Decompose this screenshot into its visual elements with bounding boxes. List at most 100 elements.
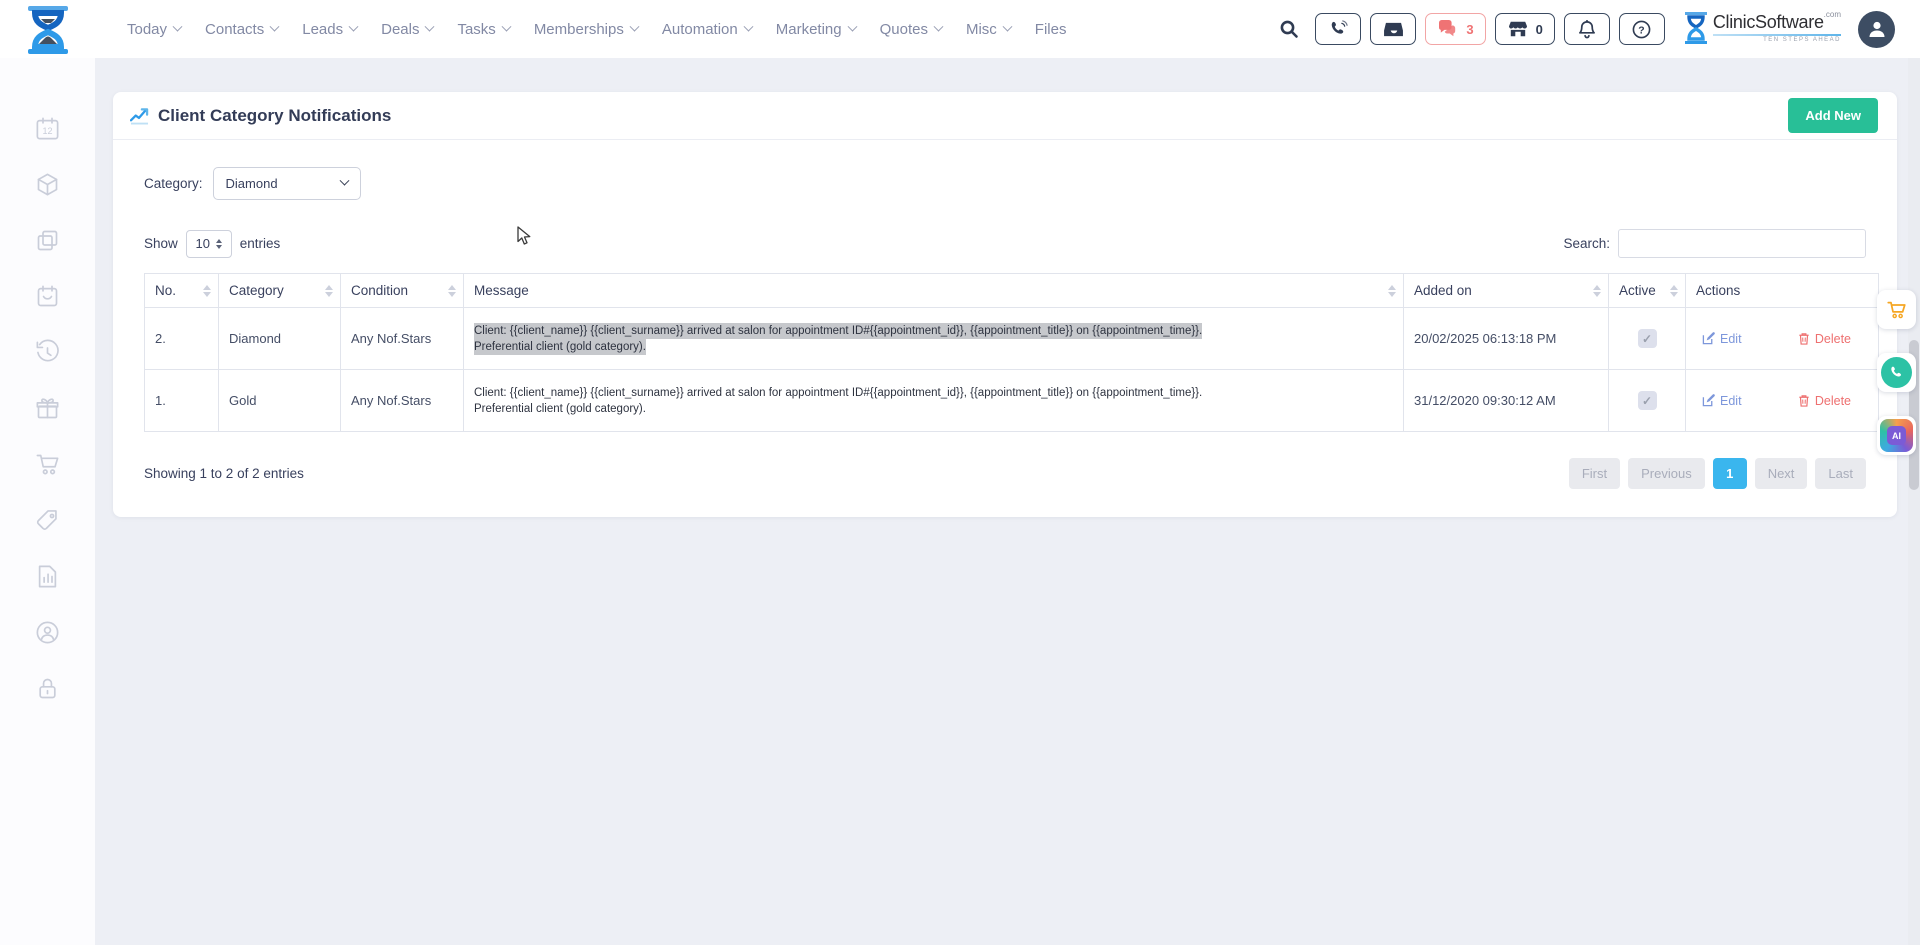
column-label: Active — [1619, 283, 1656, 298]
menu-item-quotes[interactable]: Quotes — [880, 21, 942, 38]
column-header-category[interactable]: Category — [219, 274, 341, 308]
calendar-12-icon[interactable]: 12 — [20, 100, 76, 156]
chevron-down-icon — [1002, 21, 1012, 31]
brand-hourglass-icon — [1684, 12, 1708, 46]
add-new-button[interactable]: Add New — [1788, 98, 1878, 133]
menu-item-marketing[interactable]: Marketing — [776, 21, 856, 38]
edit-link[interactable]: Edit — [1702, 394, 1742, 408]
inbox-icon — [1383, 21, 1404, 38]
menu-item-contacts[interactable]: Contacts — [205, 21, 278, 38]
column-label: Category — [229, 283, 284, 298]
table-footer: Showing 1 to 2 of 2 entries First Previo… — [144, 458, 1866, 489]
pagination-first-button[interactable]: First — [1569, 458, 1620, 489]
delete-label: Delete — [1815, 394, 1851, 408]
lock-icon[interactable] — [20, 660, 76, 716]
notifications-table: No. Category Condition Message Added on … — [144, 273, 1879, 432]
menu-label: Memberships — [534, 21, 624, 38]
chevron-down-icon — [173, 21, 183, 31]
gift-icon[interactable] — [20, 380, 76, 436]
phone-button[interactable] — [1315, 13, 1361, 45]
notifications-button[interactable] — [1564, 13, 1610, 45]
calendar-smile-icon[interactable] — [20, 268, 76, 324]
store-button[interactable]: 0 — [1495, 13, 1555, 45]
column-header-active[interactable]: Active — [1609, 274, 1686, 308]
menu-label: Deals — [381, 21, 419, 38]
pagination-last-button[interactable]: Last — [1815, 458, 1866, 489]
store-count-badge: 0 — [1536, 22, 1543, 37]
help-button[interactable]: ? — [1619, 13, 1665, 45]
top-navbar: Today Contacts Leads Deals Tasks Members… — [0, 0, 1920, 58]
menu-item-today[interactable]: Today — [127, 21, 181, 38]
menu-item-tasks[interactable]: Tasks — [457, 21, 509, 38]
search-input[interactable] — [1618, 229, 1866, 258]
search-icon[interactable] — [1278, 18, 1300, 40]
trash-icon — [1798, 332, 1810, 345]
edit-label: Edit — [1720, 394, 1742, 408]
user-status-icon[interactable] — [20, 604, 76, 660]
cell-category: Gold — [219, 370, 341, 432]
menu-item-misc[interactable]: Misc — [966, 21, 1011, 38]
app-logo-hourglass-icon[interactable] — [25, 5, 71, 55]
pagination: First Previous 1 Next Last — [1569, 458, 1866, 489]
menu-item-files[interactable]: Files — [1035, 21, 1067, 38]
chevron-down-icon — [425, 21, 435, 31]
quick-cart-button[interactable] — [1877, 290, 1916, 329]
bell-icon — [1578, 20, 1596, 39]
clinicsoftware-brand-logo[interactable]: ClinicSoftware .com TEN STEPS AHEAD — [1684, 12, 1841, 46]
column-header-actions: Actions — [1686, 274, 1879, 308]
price-tag-icon[interactable] — [20, 492, 76, 548]
storefront-icon — [1507, 20, 1529, 38]
pagination-previous-button[interactable]: Previous — [1628, 458, 1705, 489]
menu-label: Leads — [302, 21, 343, 38]
column-label: Condition — [351, 283, 408, 298]
active-checkbox-checked[interactable]: ✓ — [1638, 391, 1657, 410]
chat-notifications-button[interactable]: 3 — [1425, 13, 1485, 45]
entries-label: entries — [240, 236, 281, 251]
edit-link[interactable]: Edit — [1702, 332, 1742, 346]
column-header-condition[interactable]: Condition — [341, 274, 464, 308]
column-header-added-on[interactable]: Added on — [1404, 274, 1609, 308]
quick-ai-button[interactable]: AI — [1877, 416, 1916, 455]
menu-item-automation[interactable]: Automation — [662, 21, 752, 38]
svg-text:?: ? — [1639, 25, 1645, 36]
brand-name: ClinicSoftware — [1713, 12, 1824, 33]
copy-pages-icon[interactable] — [20, 212, 76, 268]
menu-item-memberships[interactable]: Memberships — [534, 21, 638, 38]
menu-item-deals[interactable]: Deals — [381, 21, 433, 38]
page-size-select[interactable]: 10 — [186, 230, 232, 258]
menu-label: Misc — [966, 21, 997, 38]
floating-quick-actions: AI — [1877, 290, 1916, 455]
chevron-down-icon — [847, 21, 857, 31]
category-select[interactable]: Diamond — [213, 167, 361, 200]
quick-call-button[interactable] — [1877, 353, 1916, 392]
shopping-cart-icon[interactable] — [20, 436, 76, 492]
sort-arrows-icon — [1593, 285, 1601, 297]
column-header-no[interactable]: No. — [145, 274, 219, 308]
ai-brain-icon: AI — [1880, 419, 1913, 452]
showing-entries-text: Showing 1 to 2 of 2 entries — [144, 466, 304, 481]
cell-actions: Edit Delete — [1686, 370, 1879, 432]
user-avatar[interactable] — [1858, 11, 1895, 48]
card-body: Category: Diamond Show 10 entries Search… — [113, 167, 1897, 517]
table-row: 1. Gold Any Nof.Stars Client: {{client_n… — [145, 370, 1879, 432]
svg-text:12: 12 — [42, 126, 52, 136]
message-line-selected: Client: {{client_name}} {{client_surname… — [474, 323, 1202, 339]
delete-link[interactable]: Delete — [1798, 332, 1851, 346]
pagination-page-1-button[interactable]: 1 — [1713, 458, 1747, 489]
edit-pencil-icon — [1702, 394, 1715, 407]
inbox-button[interactable] — [1370, 13, 1416, 45]
cell-active: ✓ — [1609, 370, 1686, 432]
delete-label: Delete — [1815, 332, 1851, 346]
brand-underline — [1713, 34, 1841, 36]
report-chart-icon[interactable] — [20, 548, 76, 604]
delete-link[interactable]: Delete — [1798, 394, 1851, 408]
menu-label: Contacts — [205, 21, 264, 38]
column-header-message[interactable]: Message — [464, 274, 1404, 308]
active-checkbox-checked[interactable]: ✓ — [1638, 329, 1657, 348]
package-cube-icon[interactable] — [20, 156, 76, 212]
pagination-next-button[interactable]: Next — [1755, 458, 1808, 489]
history-clock-icon[interactable] — [20, 324, 76, 380]
navbar-actions: 3 0 ? ClinicSoftware .com — [1278, 11, 1895, 48]
menu-item-leads[interactable]: Leads — [302, 21, 357, 38]
column-label: Message — [474, 283, 529, 298]
